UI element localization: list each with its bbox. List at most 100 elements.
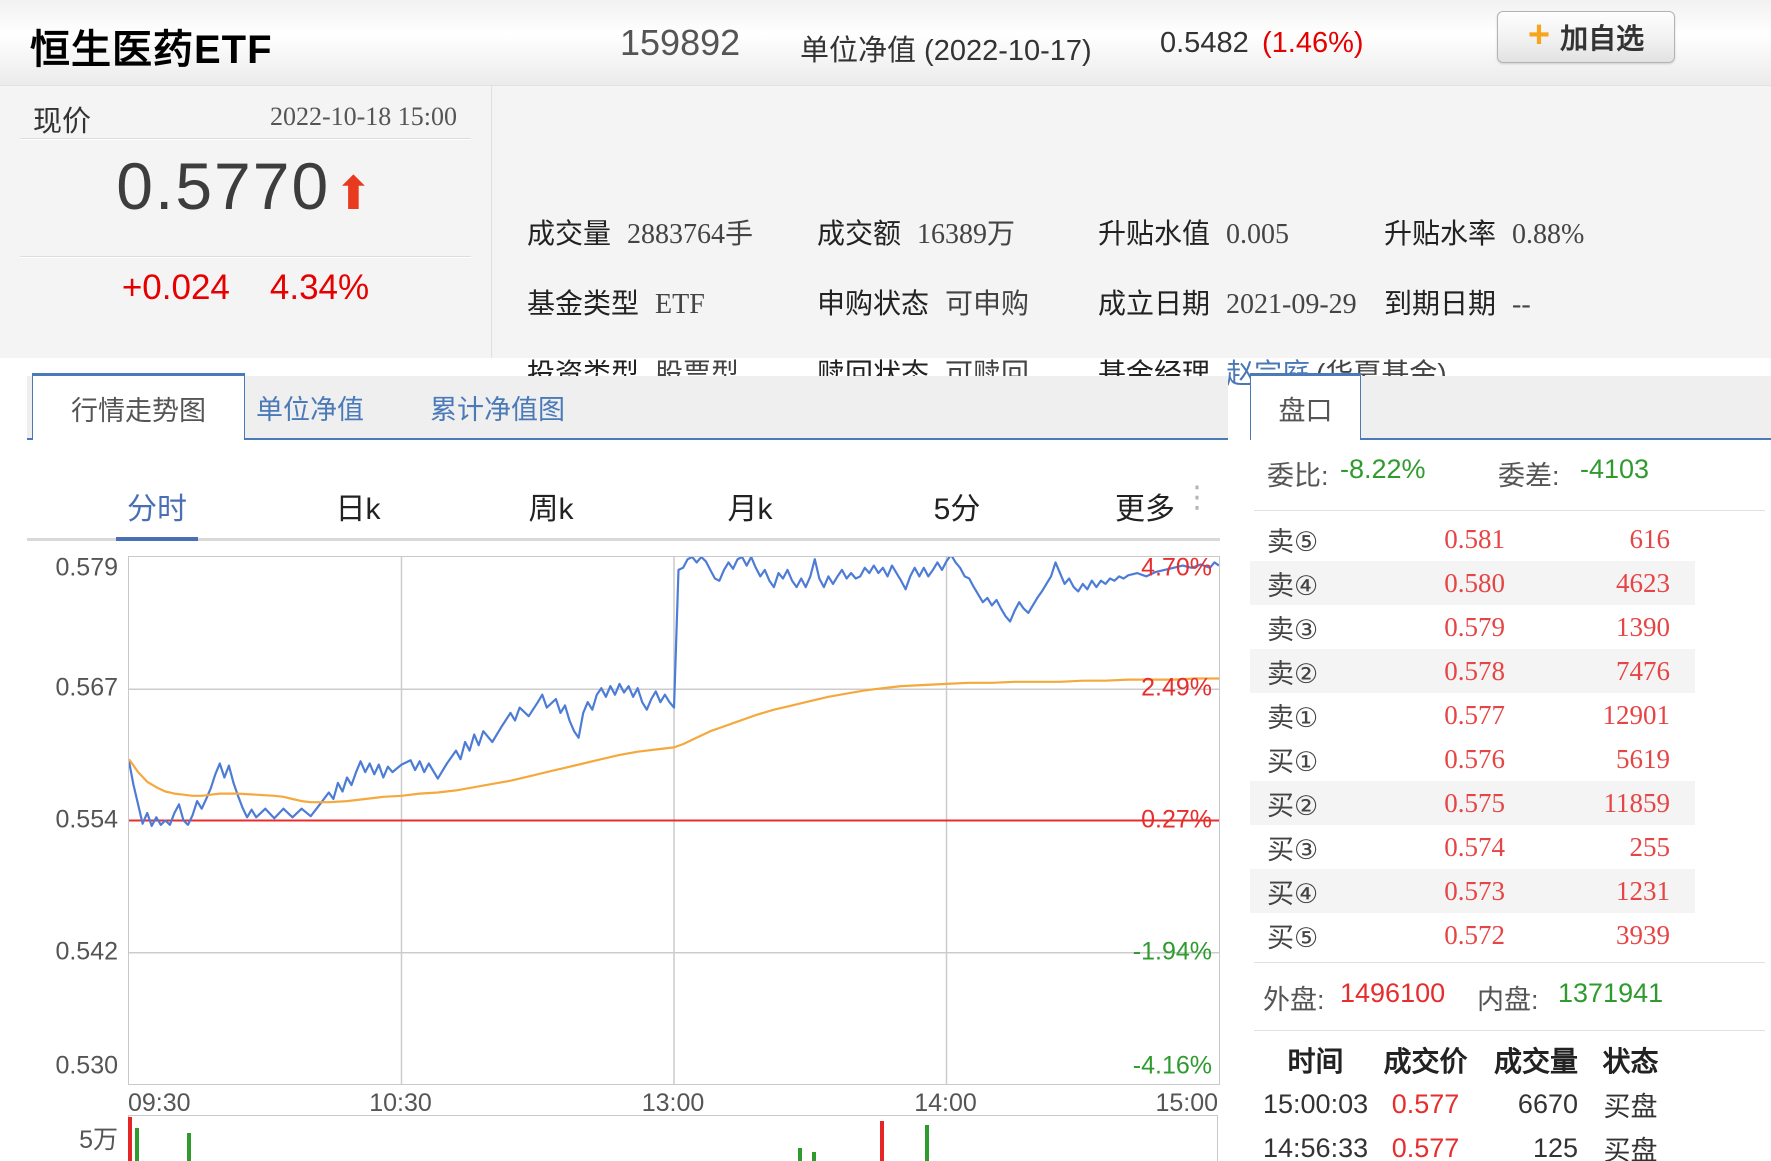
current-price-box: 现价 2022-10-18 15:00 0.5770⬆ +0.024 4.34% xyxy=(0,86,492,358)
neipan-label: 内盘: xyxy=(1477,985,1539,1015)
neipan-value: 1371941 xyxy=(1558,978,1664,1008)
y-axis-price-label: 0.554 xyxy=(55,805,118,833)
fund-quote-page: 恒生医药ETF 159892 单位净值 (2022-10-17) 0.5482 … xyxy=(0,0,1771,1161)
x-axis-time-label: 10:30 xyxy=(369,1089,432,1117)
price-change: +0.024 4.34% xyxy=(121,268,370,307)
order-price: 0.580 xyxy=(1444,567,1505,598)
panel-tab-strip: 盘口 xyxy=(1250,373,1771,440)
intraday-chart xyxy=(127,553,1220,1085)
order-book-row: 买⑤ 0.572 3939 xyxy=(1250,913,1695,957)
y-axis-percent-label: -1.94% xyxy=(1132,937,1212,966)
order-volume: 3939 xyxy=(1616,919,1670,950)
order-level-label: 卖⑤ xyxy=(1267,526,1319,557)
order-level-label: 买② xyxy=(1267,790,1319,821)
order-volume: 5619 xyxy=(1616,743,1670,774)
intraday-chart-svg xyxy=(127,553,1220,1084)
waipan-label: 外盘: xyxy=(1263,985,1325,1015)
order-volume: 1231 xyxy=(1616,875,1670,906)
order-volume: 255 xyxy=(1629,831,1671,862)
nav-change: (1.46%) xyxy=(1262,27,1364,59)
y-axis-price-label: 0.567 xyxy=(55,673,118,702)
order-volume: 7476 xyxy=(1616,655,1670,686)
order-volume: 1390 xyxy=(1616,611,1670,642)
trade-status: 买盘 xyxy=(1603,1091,1658,1122)
order-level-label: 卖③ xyxy=(1267,614,1319,645)
trade-price: 0.577 xyxy=(1391,1088,1460,1119)
fund-title: 恒生医药ETF xyxy=(30,28,273,72)
outer-inner-volume-row: 外盘: 1496100 内盘: 1371941 xyxy=(1250,970,1771,1015)
weibi-value: -8.22% xyxy=(1340,454,1426,484)
subtab-monthly-k[interactable]: 月k xyxy=(728,484,773,528)
waipan-value: 1496100 xyxy=(1340,978,1446,1008)
trade-status: 买盘 xyxy=(1603,1135,1658,1161)
order-volume: 12901 xyxy=(1602,699,1671,730)
divider xyxy=(1254,510,1765,511)
weicha-label: 委差: xyxy=(1498,461,1560,491)
order-price: 0.577 xyxy=(1444,699,1505,730)
order-level-label: 买⑤ xyxy=(1267,922,1319,953)
quote-band: 现价 2022-10-18 15:00 0.5770⬆ +0.024 4.34% … xyxy=(0,86,1771,390)
trade-time: 15:00:03 xyxy=(1263,1088,1369,1119)
info-pair: 成交额 16389万 xyxy=(817,218,1016,250)
divider xyxy=(1254,1030,1765,1031)
order-volume: 616 xyxy=(1629,523,1671,554)
order-level-label: 卖② xyxy=(1267,658,1319,689)
order-level-label: 买① xyxy=(1267,746,1319,777)
order-book-row: 卖⑤ 0.581 616 xyxy=(1250,517,1695,561)
y-axis-price-label: 0.530 xyxy=(55,1051,118,1080)
volume-bar xyxy=(879,1121,884,1161)
up-arrow-icon: ⬆ xyxy=(334,167,375,219)
order-price: 0.576 xyxy=(1444,743,1505,774)
order-volume: 11859 xyxy=(1603,787,1671,818)
order-price: 0.575 xyxy=(1444,787,1505,818)
order-book-row: 买③ 0.574 255 xyxy=(1250,825,1695,869)
x-axis-time-label: 14:00 xyxy=(914,1089,977,1117)
y-axis-price-label: 0.579 xyxy=(55,553,118,582)
divider xyxy=(1254,962,1765,963)
subtab-more[interactable]: 更多 xyxy=(1115,484,1175,528)
weibi-label: 委比: xyxy=(1267,461,1329,491)
add-watchlist-button[interactable]: + 加自选 xyxy=(1497,11,1675,63)
volume-bar xyxy=(811,1152,816,1161)
info-pair: 升贴水率 0.88% xyxy=(1384,218,1585,250)
trade-price: 0.577 xyxy=(1391,1132,1460,1161)
subtab-5min[interactable]: 5分 xyxy=(934,484,981,528)
divider xyxy=(20,138,471,140)
order-price: 0.579 xyxy=(1444,611,1505,642)
order-book-panel: 委比: -8.22% 委差: -4103 卖⑤ 0.581 616 卖④ 0.5… xyxy=(1250,440,1771,1161)
volume-bar xyxy=(128,1117,133,1161)
order-book-row: 买② 0.575 11859 xyxy=(1250,781,1695,825)
more-dots-icon[interactable]: ⋮ xyxy=(1182,480,1212,515)
order-price: 0.572 xyxy=(1444,919,1505,950)
trade-volume: 6670 xyxy=(1517,1088,1578,1119)
info-pair: 成立日期 2021-09-29 xyxy=(1098,288,1357,320)
y-axis-percent-label: 2.49% xyxy=(1141,673,1212,702)
order-book-row: 卖② 0.578 7476 xyxy=(1250,649,1695,693)
quote-datetime: 2022-10-18 15:00 xyxy=(269,102,457,131)
info-pair: 基金类型 ETF xyxy=(527,288,705,320)
commission-ratio-row: 委比: -8.22% 委差: -4103 xyxy=(1250,454,1771,494)
weicha-value: -4103 xyxy=(1580,454,1650,484)
volume-bar xyxy=(135,1128,140,1161)
info-pair: 升贴水值 0.005 xyxy=(1098,218,1290,250)
subtab-minute[interactable]: 分时 xyxy=(127,484,187,528)
y-axis-percent-label: 0.27% xyxy=(1141,805,1212,833)
tab-unit-nav[interactable]: 单位净值 xyxy=(256,376,364,438)
trade-volume: 125 xyxy=(1532,1132,1578,1161)
order-level-label: 卖① xyxy=(1267,702,1319,733)
order-level-label: 卖④ xyxy=(1267,570,1319,601)
tab-order-book[interactable]: 盘口 xyxy=(1250,373,1361,440)
info-pair: 成交量 2883764手 xyxy=(527,218,754,250)
add-watchlist-label: 加自选 xyxy=(1560,23,1645,54)
active-subtab-underline xyxy=(116,537,198,541)
info-row-2: 基金类型 ETF 申购状态 可申购 成立日期 2021-09-29 到期日期 -- xyxy=(512,282,1771,322)
info-row-1: 成交量 2883764手 成交额 16389万 升贴水值 0.005 升贴水率 0.88… xyxy=(512,212,1771,252)
subtab-daily-k[interactable]: 日k xyxy=(336,484,381,528)
subtab-weekly-k[interactable]: 周k xyxy=(529,484,574,528)
tab-quote-trend-chart[interactable]: 行情走势图 xyxy=(32,373,245,440)
order-book-row: 卖① 0.577 12901 xyxy=(1250,693,1695,737)
volume-axis-label: 5万 xyxy=(79,1126,118,1154)
page-header: 恒生医药ETF 159892 单位净值 (2022-10-17) 0.5482 … xyxy=(0,0,1771,86)
tab-cumulative-nav-chart[interactable]: 累计净值图 xyxy=(430,376,565,438)
period-subtabs: 分时 日k 周k 月k 5分 更多 ⋮ xyxy=(27,472,1220,541)
